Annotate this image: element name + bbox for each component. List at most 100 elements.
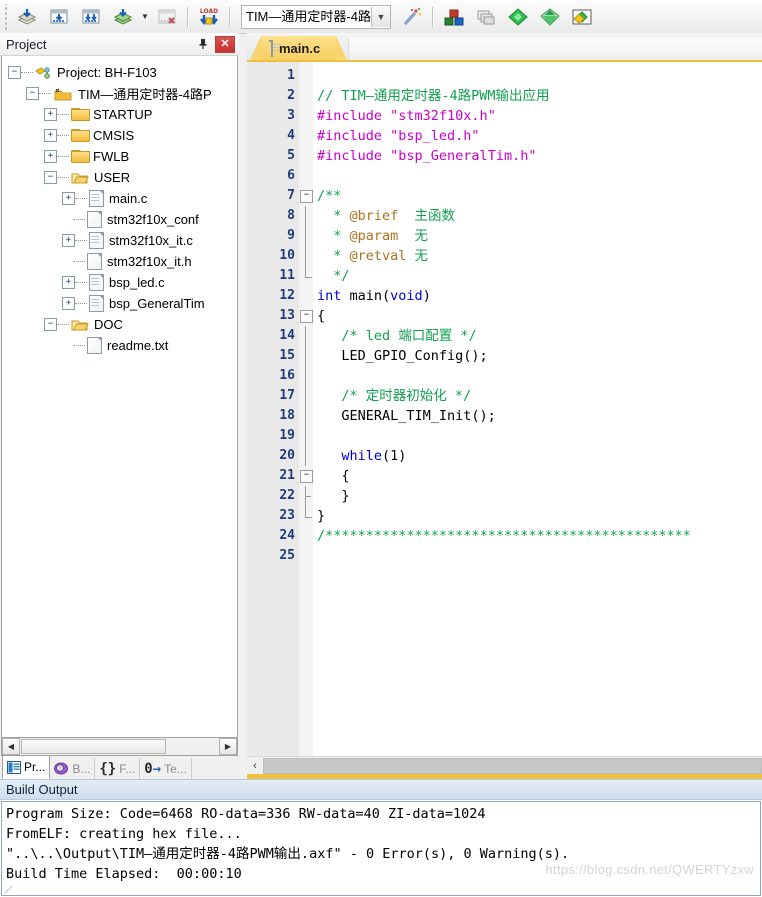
fold-toggle-comment[interactable]: − <box>299 186 313 206</box>
scroll-left-icon[interactable]: ‹ <box>247 757 263 774</box>
tab-functions[interactable]: {} F... <box>95 758 141 779</box>
tree-node-project-root[interactable]: − Project: BH-F103 <box>2 62 237 83</box>
tab-templates[interactable]: 0 → Te... <box>140 758 192 779</box>
editor-tab-main-c[interactable]: main.c <box>249 36 348 60</box>
batch-build-icon[interactable] <box>108 3 138 31</box>
tree-node-bsp-led-c[interactable]: + bsp_led.c <box>2 272 237 293</box>
run-to-main-icon[interactable] <box>535 3 565 31</box>
tree-node-startup[interactable]: + STARTUP <box>2 104 237 125</box>
tree-node-label: DOC <box>94 317 123 332</box>
tree-node-stm32f10x-conf[interactable]: stm32f10x_conf <box>2 209 237 230</box>
expand-icon[interactable]: + <box>62 276 75 289</box>
code-line: } <box>313 486 762 506</box>
tree-node-stm32f10x-it-c[interactable]: + stm32f10x_it.c <box>2 230 237 251</box>
code-line: // TIM—通用定时器-4路PWM输出应用 <box>313 86 762 106</box>
collapse-icon[interactable]: − <box>300 190 313 203</box>
line-number: 18 <box>279 408 295 423</box>
expand-icon[interactable]: + <box>62 192 75 205</box>
target-select[interactable]: TIM—通用定时器-4路P ▼ <box>241 4 391 29</box>
tree-connector <box>21 71 33 74</box>
collapse-icon[interactable]: − <box>300 310 313 323</box>
build-output-line: "..\..\Output\TIM—通用定时器-4路PWM输出.axf" - 0… <box>6 846 570 862</box>
tree-node-cmsis[interactable]: + CMSIS <box>2 125 237 146</box>
multi-project-icon[interactable] <box>471 3 501 31</box>
h-file-icon <box>87 253 102 270</box>
expand-icon[interactable]: + <box>62 297 75 310</box>
tree-node-stm32f10x-it-h[interactable]: stm32f10x_it.h <box>2 251 237 272</box>
expand-icon[interactable]: + <box>62 234 75 247</box>
toolbar-drag-handle[interactable] <box>2 3 11 30</box>
fold-toggle-while[interactable]: − <box>299 466 313 486</box>
download-icon[interactable]: LOAD <box>194 3 224 31</box>
tree-node-label: TIM—通用定时器-4路P <box>78 87 212 102</box>
build-output-body[interactable]: Program Size: Code=6468 RO-data=336 RW-d… <box>1 801 761 896</box>
manage-project-items-icon[interactable] <box>439 3 469 31</box>
tree-node-readme-txt[interactable]: readme.txt <box>2 335 237 356</box>
collapse-icon[interactable]: − <box>44 171 57 184</box>
magic-wand-icon[interactable] <box>397 3 427 31</box>
tab-project[interactable]: Pr... <box>2 755 51 779</box>
svcs-icon[interactable] <box>567 3 597 31</box>
pin-icon[interactable] <box>195 36 211 52</box>
editor-hscrollbar[interactable]: ‹ <box>247 756 762 774</box>
code-line: * @param 无 <box>313 226 762 246</box>
project-tree[interactable]: − Project: BH-F103 − TIM—通用定时器-4路P + STA… <box>1 56 238 738</box>
close-icon[interactable]: ✕ <box>215 35 235 53</box>
scroll-thumb[interactable] <box>263 757 762 774</box>
rebuild-icon[interactable] <box>76 3 106 31</box>
fold-slot <box>299 166 313 186</box>
code-folding-column[interactable]: − − − <box>299 62 313 756</box>
scroll-thumb[interactable] <box>21 739 166 754</box>
code-comment: */ <box>317 268 350 284</box>
expand-icon[interactable]: + <box>44 129 57 142</box>
tree-node-fwlb[interactable]: + FWLB <box>2 146 237 167</box>
tree-connector <box>57 134 69 137</box>
code-text[interactable]: // TIM—通用定时器-4路PWM输出应用 #include "stm32f1… <box>313 62 762 756</box>
c-file-icon <box>89 232 104 249</box>
pack-installer-icon[interactable] <box>503 3 533 31</box>
line-number: 6 <box>287 168 295 183</box>
tree-node-user[interactable]: − USER <box>2 167 237 188</box>
code-line: LED_GPIO_Config(); <box>313 346 762 366</box>
expand-icon[interactable]: + <box>44 108 57 121</box>
collapse-icon[interactable]: − <box>300 470 313 483</box>
build-output-title: Build Output <box>6 782 78 797</box>
code-string: "stm32f10x.h" <box>390 108 496 124</box>
doxygen-tag: @param <box>349 228 399 244</box>
fold-slot <box>299 346 313 366</box>
code-line: GENERAL_TIM_Init(); <box>313 406 762 426</box>
fold-toggle-main[interactable]: − <box>299 306 313 326</box>
chevron-down-icon[interactable]: ▼ <box>371 6 390 27</box>
project-panel-tabs: Pr... ? B... {} F... 0 → Te... <box>0 755 239 779</box>
tab-books[interactable]: ? B... <box>50 758 96 779</box>
project-tree-hscrollbar[interactable]: ◀ ▶ <box>1 738 238 756</box>
code-area[interactable]: 1 2 3 4 5 6 7 8 9 10 11 12 13 14 15 16 1… <box>247 62 762 756</box>
translate-icon[interactable] <box>12 3 42 31</box>
braces-icon: {} <box>99 760 117 777</box>
tree-node-doc[interactable]: − DOC <box>2 314 237 335</box>
build-icon[interactable] <box>44 3 74 31</box>
collapse-icon[interactable]: − <box>8 66 21 79</box>
tree-node-bsp-generaltim[interactable]: + bsp_GeneralTim <box>2 293 237 314</box>
h-file-icon <box>87 211 102 228</box>
doxygen-tag: @brief <box>349 208 399 224</box>
stop-build-icon[interactable] <box>152 3 182 31</box>
tree-node-target[interactable]: − TIM—通用定时器-4路P <box>2 83 237 104</box>
collapse-icon[interactable]: − <box>26 87 39 100</box>
code-text-plain: (1) <box>382 448 407 464</box>
scroll-left-icon[interactable]: ◀ <box>2 738 20 755</box>
expand-icon[interactable]: + <box>44 150 57 163</box>
tab-books-label: B... <box>72 761 91 776</box>
line-number: 14 <box>279 328 295 343</box>
tree-node-main-c[interactable]: + main.c <box>2 188 237 209</box>
code-line: { <box>313 306 762 326</box>
collapse-icon[interactable]: − <box>44 318 57 331</box>
batch-build-dropdown-icon[interactable]: ▼ <box>139 5 151 29</box>
fold-slot <box>299 326 313 346</box>
code-text-plain: } <box>317 488 350 504</box>
build-output-scroll-corner[interactable] <box>3 882 23 894</box>
scroll-right-icon[interactable]: ▶ <box>219 738 237 755</box>
fold-slot <box>299 286 313 306</box>
